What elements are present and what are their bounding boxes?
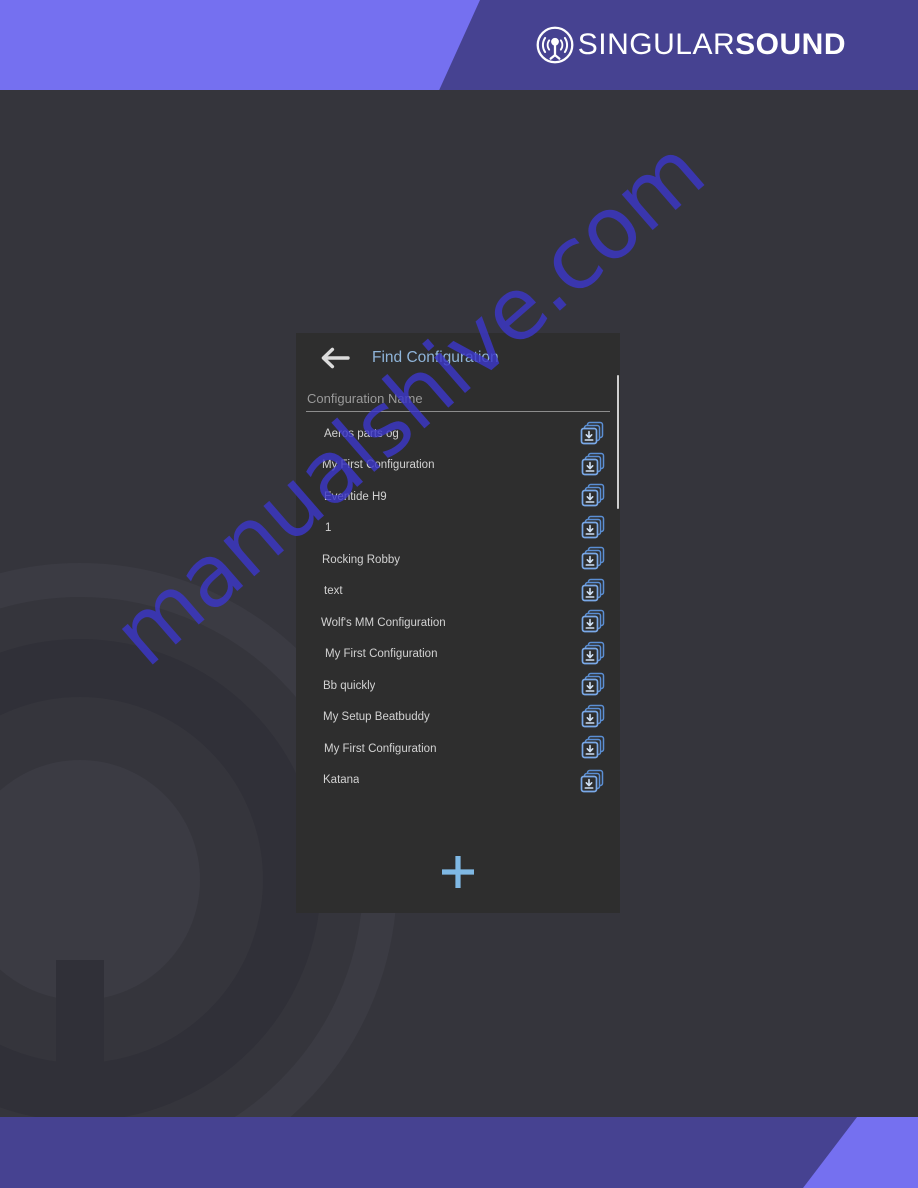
list-item[interactable]: Rocking Robby [296,544,620,576]
list-item[interactable]: text [296,576,620,608]
list-item-label: My First Configuration [322,459,435,472]
list-item-label: Aeros parts og [324,427,399,440]
list-item-label: My First Configuration [325,648,438,661]
dialog-header: Find Configuration [296,333,620,383]
download-multiple-icon[interactable] [580,546,606,572]
top-banner: SINGULARSOUND [0,0,918,90]
list-item-label: Katana [323,774,360,787]
list-item-label: text [324,585,343,598]
download-multiple-icon[interactable] [580,672,606,698]
list-item[interactable]: Wolf's MM Configuration [296,607,620,639]
configuration-name-field[interactable]: Configuration Name [306,391,610,416]
bottom-banner [0,1117,918,1188]
download-multiple-icon[interactable] [580,515,606,541]
download-multiple-icon[interactable] [580,641,606,667]
download-multiple-icon[interactable] [580,483,606,509]
singular-sound-logo-icon [536,26,574,64]
download-multiple-icon[interactable] [580,578,606,604]
list-item[interactable]: My First Configuration [296,733,620,765]
list-item[interactable]: Eventide H9 [296,481,620,513]
bottom-banner-accent [803,1117,918,1188]
list-item-label: Wolf's MM Configuration [321,616,446,629]
list-item[interactable]: My First Configuration [296,639,620,671]
plus-icon[interactable] [435,849,481,895]
list-item-label: My Setup Beatbuddy [323,711,430,724]
top-banner-accent [0,0,480,90]
download-multiple-icon[interactable] [580,704,606,730]
download-multiple-icon[interactable] [580,735,606,761]
list-item[interactable]: My First Configuration [296,450,620,482]
page-root: SINGULARSOUND Find Configuration Configu… [0,0,918,1188]
list-item-label: Rocking Robby [322,553,400,566]
list-item-label: 1 [325,522,332,535]
list-item-label: My First Configuration [324,742,437,755]
list-item[interactable]: My Setup Beatbuddy [296,702,620,734]
configuration-name-label: Configuration Name [307,391,423,406]
list-item[interactable]: 1 [296,513,620,545]
brand-name-secondary: SOUND [735,28,846,61]
download-multiple-icon[interactable] [580,609,606,635]
configuration-list[interactable]: Aeros parts og My First Configuration Ev… [296,418,620,792]
download-multiple-icon[interactable] [579,421,605,447]
scrollbar[interactable] [617,375,619,509]
list-item-label: Bb quickly [323,679,376,692]
list-item-label: Eventide H9 [324,490,387,503]
list-item[interactable]: Bb quickly [296,670,620,702]
list-item[interactable]: Aeros parts og [296,418,620,450]
list-item[interactable]: Katana [296,765,620,797]
brand-logo: SINGULARSOUND [536,26,846,64]
download-multiple-icon[interactable] [580,452,606,478]
brand-name-primary: SINGULAR [577,28,736,61]
configuration-name-underline [306,411,610,412]
download-multiple-icon[interactable] [579,769,605,795]
brand-name: SINGULARSOUND [578,26,846,64]
arrow-left-icon[interactable] [318,343,352,373]
find-configuration-dialog: Find Configuration Configuration Name Ae… [296,333,620,913]
page-title: Find Configuration [372,349,499,366]
